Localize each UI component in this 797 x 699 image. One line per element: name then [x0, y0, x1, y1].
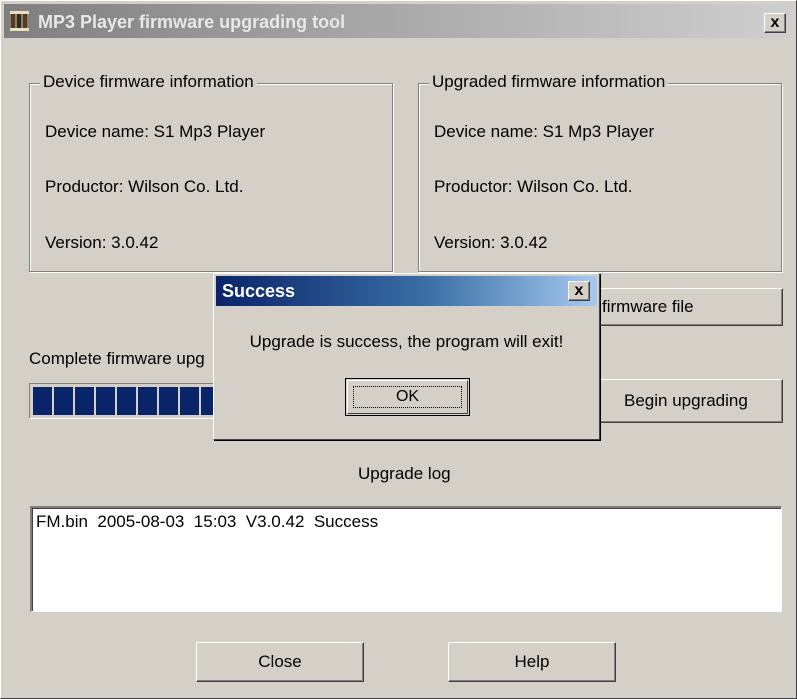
- main-window: MP3 Player firmware upgrading tool x Dev…: [0, 0, 797, 699]
- begin-upgrading-label: Begin upgrading: [624, 391, 748, 410]
- upgraded-version: Version: 3.0.42: [434, 233, 548, 252]
- dialog-message: Upgrade is success, the program will exi…: [249, 332, 564, 351]
- progress-segment: [138, 387, 157, 415]
- progress-segment: [75, 387, 94, 415]
- progress-segment: [96, 387, 115, 415]
- progress-segment: [54, 387, 73, 415]
- select-firmware-file-label: firmware file: [602, 297, 694, 316]
- close-button-label: Close: [258, 652, 302, 671]
- device-productor: Productor: Wilson Co. Ltd.: [45, 177, 244, 196]
- device-firmware-group: Device firmware information Device name:…: [29, 72, 393, 272]
- device-name: Device name: S1 Mp3 Player: [45, 122, 266, 141]
- device-version: Version: 3.0.42: [45, 233, 159, 252]
- progress-segment: [180, 387, 199, 415]
- upgraded-productor: Productor: Wilson Co. Ltd.: [434, 177, 633, 196]
- app-icon: [10, 11, 32, 31]
- ok-button[interactable]: OK: [345, 378, 470, 416]
- help-button[interactable]: Help: [448, 642, 616, 682]
- device-firmware-group-title: Device firmware information: [40, 72, 257, 92]
- upgrade-log-list[interactable]: FM.bin 2005-08-03 15:03 V3.0.42 Success: [30, 506, 782, 612]
- window-title: MP3 Player firmware upgrading tool: [38, 12, 346, 32]
- window-close-button[interactable]: x: [764, 13, 786, 33]
- close-button[interactable]: Close: [196, 642, 364, 682]
- progress-segment: [117, 387, 136, 415]
- progress-segment: [159, 387, 178, 415]
- close-icon: x: [770, 14, 780, 31]
- success-dialog: Success x Upgrade is success, the progra…: [213, 273, 600, 440]
- progress-label: Complete firmware upg: [29, 349, 205, 368]
- upgraded-firmware-group: Upgraded firmware information Device nam…: [418, 72, 782, 272]
- close-icon: x: [574, 282, 584, 299]
- ok-focus-rect: [353, 386, 462, 408]
- log-entry: FM.bin 2005-08-03 15:03 V3.0.42 Success: [36, 512, 379, 531]
- progress-bar: [29, 383, 219, 419]
- ok-button-face: OK: [347, 380, 468, 414]
- dialog-title: Success: [222, 281, 296, 301]
- upgrade-log-title: Upgrade log: [358, 464, 451, 483]
- progress-segment: [33, 387, 52, 415]
- upgraded-device-name: Device name: S1 Mp3 Player: [434, 122, 655, 141]
- title-bar[interactable]: MP3 Player firmware upgrading tool x: [4, 4, 793, 38]
- help-button-label: Help: [514, 652, 550, 671]
- upgraded-firmware-group-title: Upgraded firmware information: [429, 72, 669, 92]
- dialog-close-button[interactable]: x: [568, 281, 590, 301]
- dialog-title-bar[interactable]: Success x: [216, 276, 597, 306]
